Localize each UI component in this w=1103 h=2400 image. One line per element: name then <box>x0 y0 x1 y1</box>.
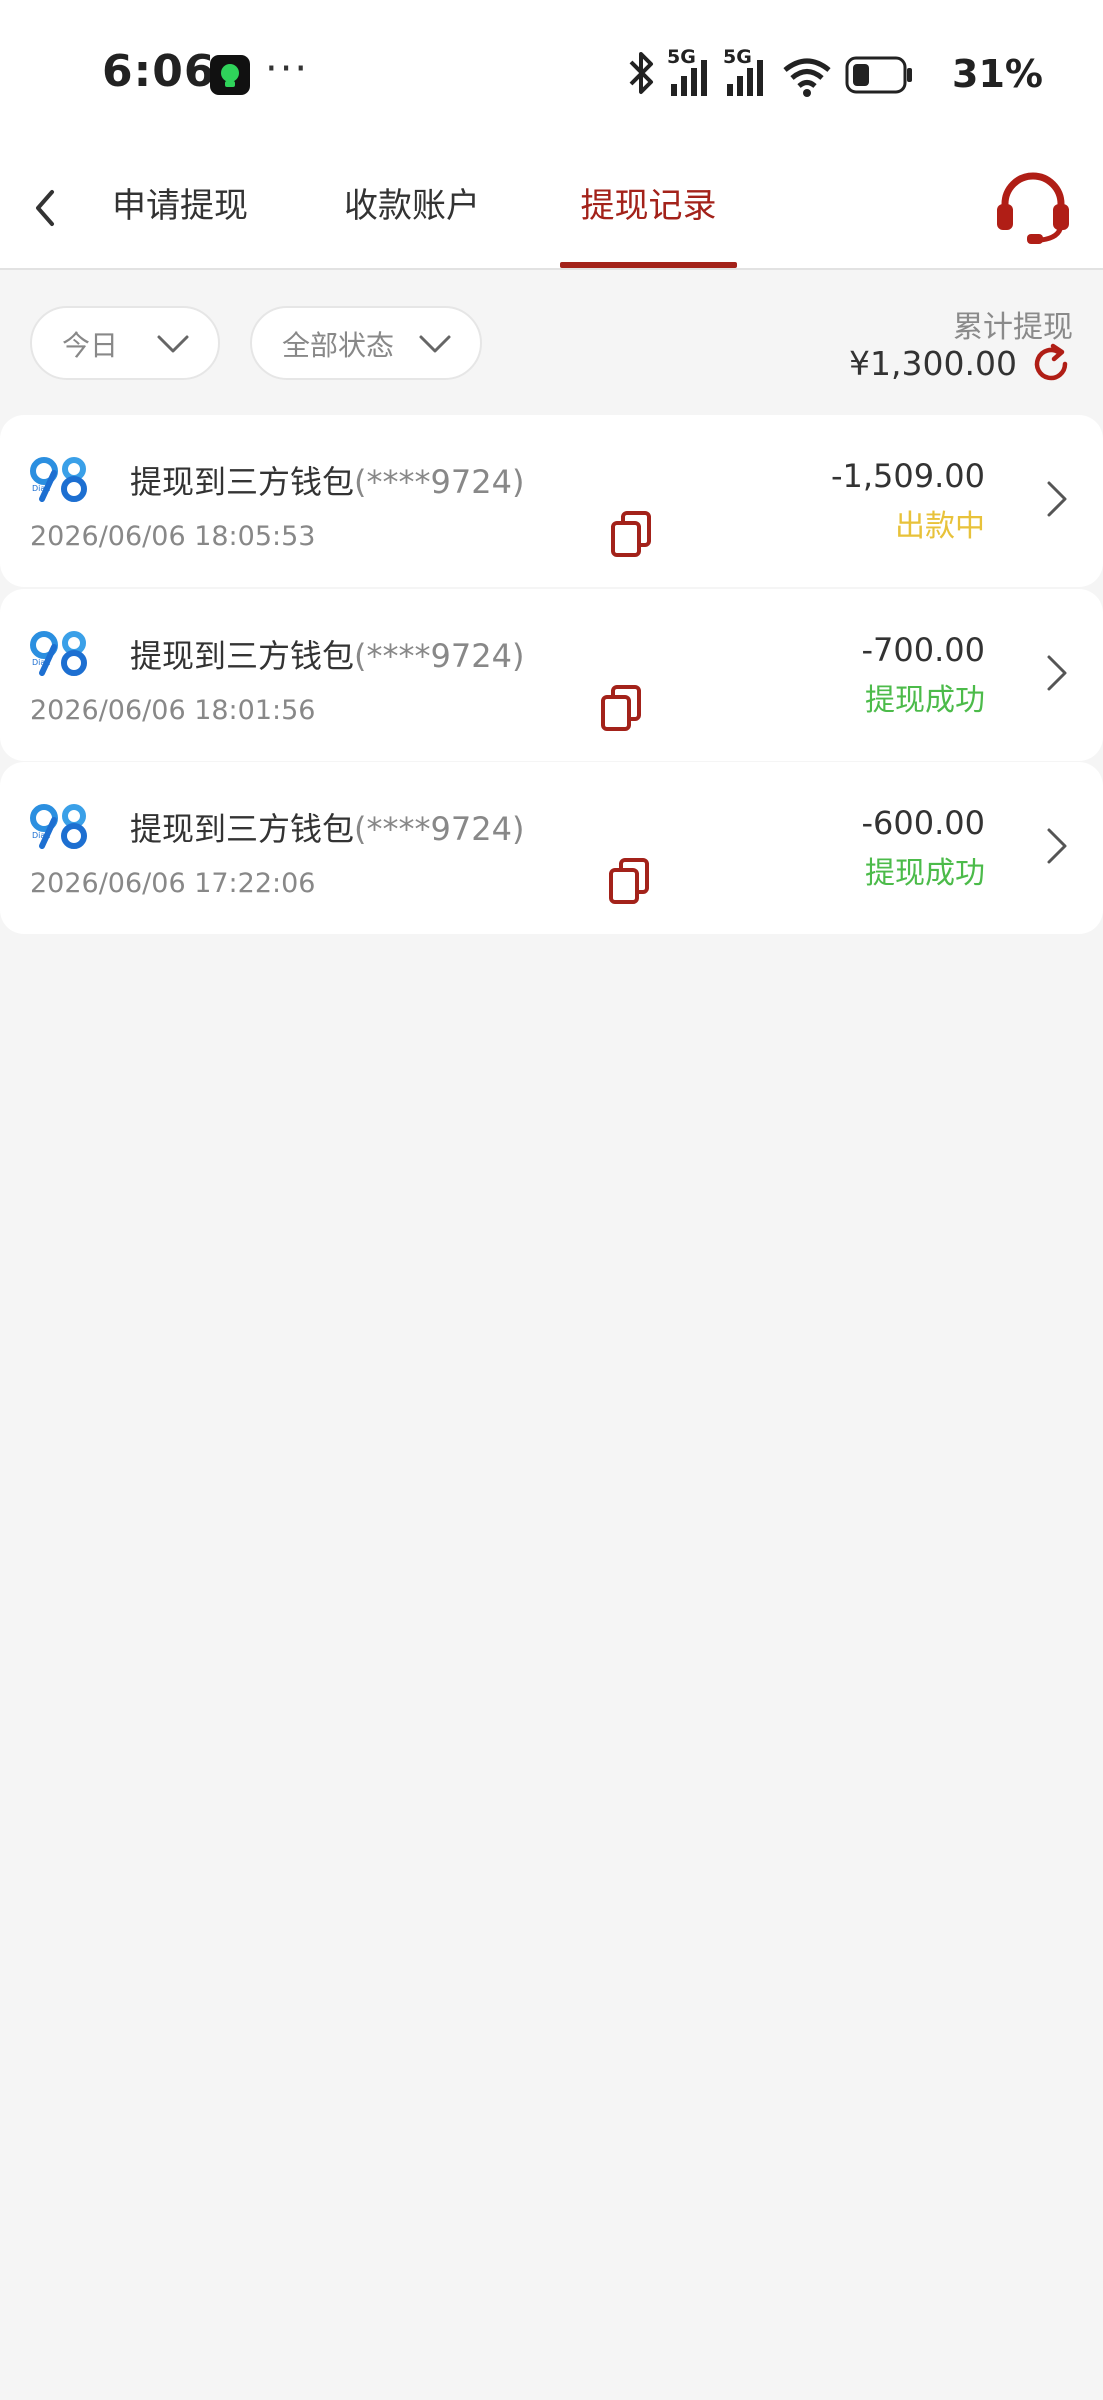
active-tab-indicator <box>560 262 737 268</box>
record-status: 提现成功 <box>865 683 985 718</box>
status-filter-dropdown[interactable]: 全部状态 <box>250 306 482 380</box>
svg-text:Dian: Dian <box>32 831 50 840</box>
record-amount: -600.00 <box>861 804 985 842</box>
record-title: 提现到三方钱包(****9724) <box>130 804 524 850</box>
record-account: (****9724) <box>354 810 525 848</box>
refresh-icon[interactable] <box>1029 342 1073 386</box>
copy-icon[interactable] <box>599 683 643 733</box>
record-amount: -700.00 <box>861 631 985 669</box>
record-title-text: 提现到三方钱包 <box>130 463 355 501</box>
app-notification-icon <box>210 55 250 95</box>
chevron-right-icon <box>1047 655 1067 691</box>
wifi-icon <box>783 58 831 97</box>
status-time: 6:06 <box>102 46 216 97</box>
record-title: 提现到三方钱包(****9724) <box>130 457 524 503</box>
chevron-down-icon <box>157 335 189 353</box>
status-bar: 6:06 ··· 5G 5G 31% <box>0 0 1103 150</box>
withdraw-record-1[interactable]: Dian 提现到三方钱包(****9724) 2026/06/06 18:05:… <box>0 415 1103 587</box>
record-time: 2026/06/06 18:01:56 <box>30 695 316 726</box>
chevron-down-icon <box>419 335 451 353</box>
total-withdrawn-amount: ¥1,300.00 <box>849 344 1017 383</box>
more-notifications-icon: ··· <box>265 46 310 92</box>
record-account: (****9724) <box>354 463 525 501</box>
back-icon[interactable] <box>22 178 72 238</box>
chevron-right-icon <box>1047 828 1067 864</box>
wallet-logo-icon: Dian <box>30 631 87 676</box>
record-account: (****9724) <box>354 637 525 675</box>
copy-icon[interactable] <box>609 509 653 559</box>
withdraw-record-3[interactable]: Dian 提现到三方钱包(****9724) 2026/06/06 17:22:… <box>0 762 1103 934</box>
record-title-text: 提现到三方钱包 <box>130 637 355 675</box>
tab-apply-withdraw[interactable]: 申请提现 <box>100 150 260 268</box>
wallet-logo-icon: Dian <box>30 457 87 502</box>
total-withdrawn-label: 累计提现 <box>953 310 1073 345</box>
svg-text:Dian: Dian <box>32 484 50 493</box>
svg-text:Dian: Dian <box>32 658 50 667</box>
battery-icon <box>845 56 912 94</box>
record-status: 提现成功 <box>865 856 985 891</box>
signal-icon-1 <box>671 60 707 96</box>
headset-icon[interactable] <box>993 166 1073 246</box>
status-icons: 5G 5G 31% <box>623 46 1043 102</box>
tab-label: 收款账户 <box>344 186 480 226</box>
top-nav: 申请提现 收款账户 提现记录 <box>0 150 1103 270</box>
date-filter-dropdown[interactable]: 今日 <box>30 306 220 380</box>
bluetooth-icon <box>629 52 653 94</box>
wallet-logo-icon: Dian <box>30 804 87 849</box>
record-title-text: 提现到三方钱包 <box>130 810 355 848</box>
tab-withdraw-records[interactable]: 提现记录 <box>560 150 737 268</box>
record-time: 2026/06/06 17:22:06 <box>30 868 316 899</box>
withdraw-record-2[interactable]: Dian 提现到三方钱包(****9724) 2026/06/06 18:01:… <box>0 589 1103 761</box>
battery-percent: 31% <box>952 52 1043 96</box>
record-title: 提现到三方钱包(****9724) <box>130 631 524 677</box>
signal-icon-2 <box>727 60 763 96</box>
record-amount: -1,509.00 <box>830 457 985 495</box>
record-time: 2026/06/06 18:05:53 <box>30 521 316 552</box>
record-status: 出款中 <box>895 509 985 544</box>
chevron-right-icon <box>1047 481 1067 517</box>
tab-label: 申请提现 <box>112 186 248 226</box>
tab-receiving-accounts[interactable]: 收款账户 <box>332 150 492 268</box>
date-filter-value: 今日 <box>62 329 119 362</box>
status-filter-value: 全部状态 <box>282 329 395 362</box>
tab-label: 提现记录 <box>580 186 717 226</box>
copy-icon[interactable] <box>607 856 651 906</box>
